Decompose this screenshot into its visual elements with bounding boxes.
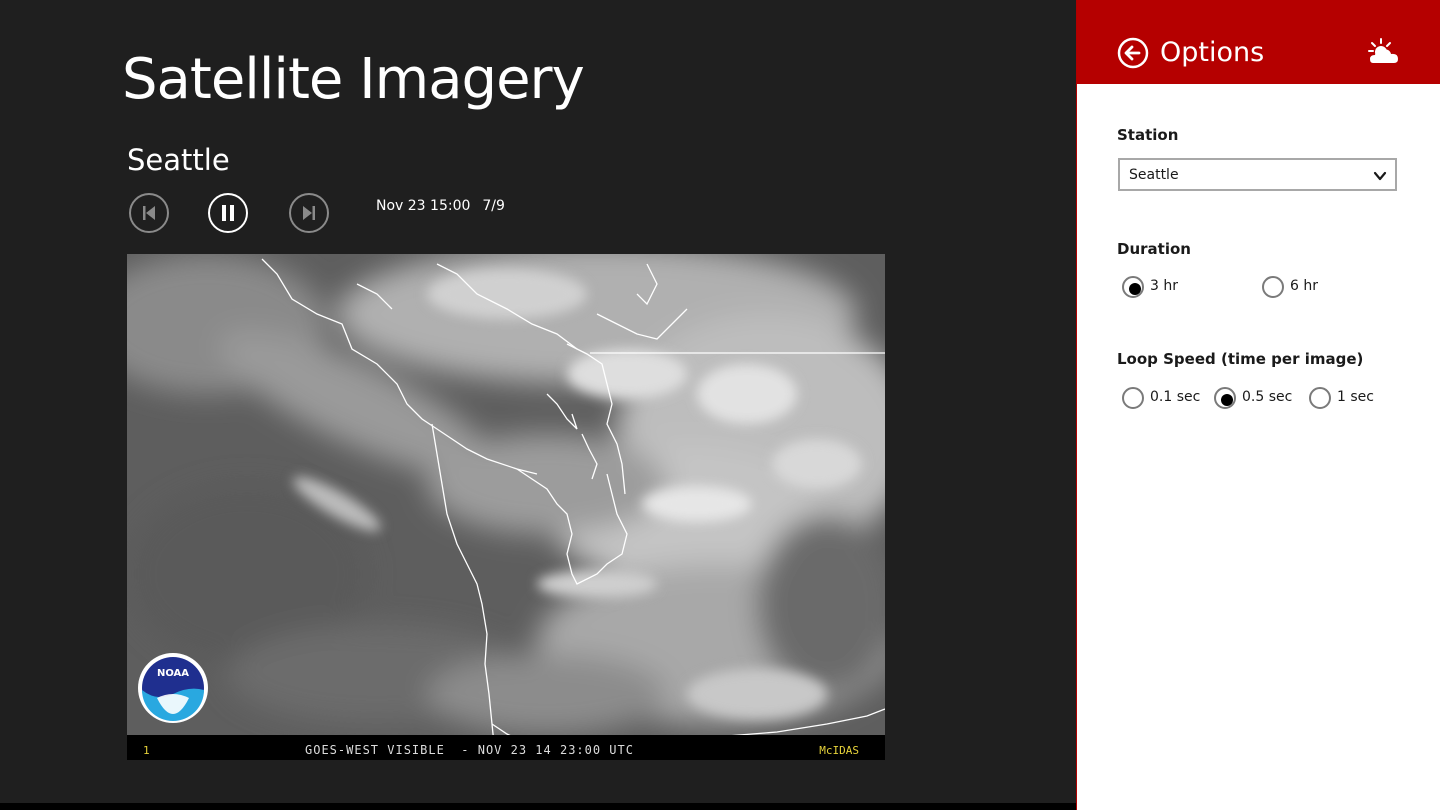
radio-circle — [1214, 387, 1236, 409]
options-panel: Options Station Seattle Duration 3 hr 6 … — [1076, 0, 1440, 810]
image-caption-bar: 1 GOES-WEST VISIBLE - NOV 23 14 23:00 UT… — [127, 735, 885, 760]
image-source: McIDAS — [819, 744, 859, 757]
radio-circle — [1122, 276, 1144, 298]
station-label: Station — [1117, 126, 1179, 144]
duration-6hr-label: 6 hr — [1290, 278, 1318, 294]
frame-timestamp: Nov 23 15:00 — [376, 198, 471, 214]
station-select-value: Seattle — [1129, 167, 1179, 183]
previous-frame-button[interactable] — [129, 193, 169, 233]
noaa-logo-text: NOAA — [157, 668, 189, 679]
station-name: Seattle — [127, 143, 230, 177]
bottom-strip — [0, 803, 1076, 810]
radio-selected-dot — [1221, 394, 1233, 406]
radio-circle — [1309, 387, 1331, 409]
radio-circle — [1262, 276, 1284, 298]
pause-icon — [222, 205, 234, 221]
satellite-clouds — [127, 254, 885, 760]
frame-info: Nov 23 15:00 7/9 — [376, 198, 505, 214]
pause-button[interactable] — [208, 193, 248, 233]
loop-0-5-sec-label: 0.5 sec — [1242, 389, 1293, 405]
duration-label: Duration — [1117, 240, 1191, 258]
back-arrow-icon[interactable] — [1117, 37, 1149, 69]
duration-3hr-label: 3 hr — [1150, 278, 1178, 294]
sun-cloud-icon — [1368, 38, 1398, 63]
radio-circle — [1122, 387, 1144, 409]
skip-back-icon — [143, 206, 155, 220]
main-view: Satellite Imagery Seattle Nov 23 15:00 7/… — [0, 0, 1076, 810]
satellite-image: NOAA 1 GOES-WEST VISIBLE - NOV 23 14 23:… — [127, 254, 885, 760]
page-title: Satellite Imagery — [122, 47, 585, 112]
noaa-logo: NOAA — [138, 653, 208, 723]
loop-0-1-sec-label: 0.1 sec — [1150, 389, 1201, 405]
skip-forward-icon — [303, 206, 315, 220]
loop-speed-label: Loop Speed (time per image) — [1117, 350, 1364, 368]
options-title: Options — [1160, 37, 1265, 68]
chevron-down-icon — [1373, 171, 1387, 181]
frame-counter: 7/9 — [482, 198, 505, 214]
next-frame-button[interactable] — [289, 193, 329, 233]
options-header: Options — [1077, 0, 1440, 84]
image-caption: GOES-WEST VISIBLE - NOV 23 14 23:00 UTC — [305, 743, 634, 757]
station-select[interactable]: Seattle — [1118, 158, 1397, 191]
radio-selected-dot — [1129, 283, 1141, 295]
loop-1-sec-label: 1 sec — [1337, 389, 1374, 405]
image-frame-number: 1 — [143, 744, 150, 757]
